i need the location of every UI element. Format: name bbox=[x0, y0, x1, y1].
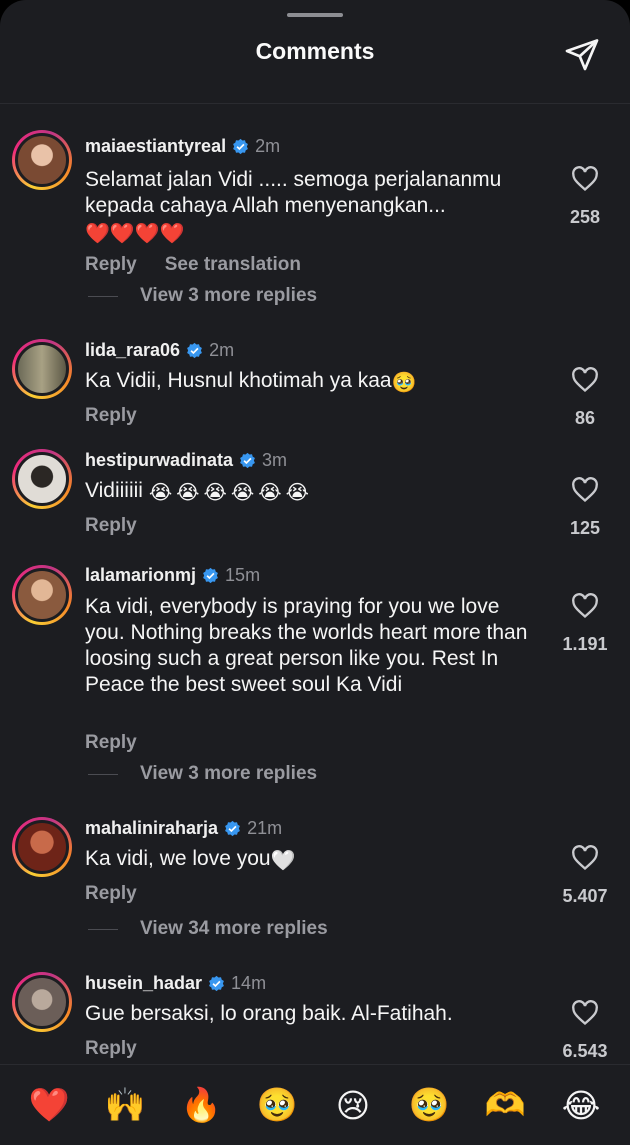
reply-button[interactable]: Reply bbox=[85, 515, 137, 537]
comment-username[interactable]: lida_rara06 bbox=[85, 340, 180, 361]
comment-time: 15m bbox=[225, 565, 261, 585]
comment-text: Ka Vidii, Husnul khotimah ya kaa bbox=[85, 369, 392, 392]
comment-item: husein_hadar 14m Gue bersaksi, lo orang … bbox=[0, 972, 630, 1064]
reply-button[interactable]: Reply bbox=[85, 732, 137, 754]
quick-reaction-bar: ❤️ 🙌 🔥 🥹 😢 🥹 🫶 😂 bbox=[0, 1064, 630, 1145]
view-replies-button[interactable]: View 34 more replies bbox=[88, 918, 328, 940]
crying-face-emoji: 😭😭😭😭😭😭 bbox=[148, 480, 314, 504]
replies-divider bbox=[88, 773, 118, 775]
comment-item: lalamarionmj 15m Ka vidi, everybody is p… bbox=[0, 565, 630, 785]
avatar[interactable] bbox=[12, 339, 72, 399]
comment-text-block: Ka vidi, we love you🤍 bbox=[85, 846, 535, 872]
view-replies-label: View 3 more replies bbox=[140, 285, 318, 306]
like-heart-icon[interactable] bbox=[571, 1000, 599, 1026]
comment-username[interactable]: husein_hadar bbox=[85, 973, 202, 994]
replies-divider bbox=[88, 295, 118, 297]
comment-username[interactable]: mahaliniraharja bbox=[85, 818, 218, 839]
comment-text-block: Ka Vidii, Husnul khotimah ya kaa🥹 bbox=[85, 368, 535, 394]
reaction-heart-hands-icon[interactable]: 🫶 bbox=[484, 1084, 526, 1126]
like-heart-icon[interactable] bbox=[571, 477, 599, 503]
verified-badge-icon bbox=[233, 138, 248, 155]
comment-item: mahaliniraharja 21m Ka vidi, we love you… bbox=[0, 817, 630, 947]
like-count: 258 bbox=[569, 207, 601, 227]
comment-text: Ka vidi, we love you bbox=[85, 847, 271, 870]
view-replies-label: View 3 more replies bbox=[140, 763, 318, 784]
comment-item: maiaestiantyreal 2m Selamat jalan Vidi .… bbox=[0, 130, 630, 310]
comment-time: 21m bbox=[247, 818, 283, 838]
see-translation-button[interactable]: See translation bbox=[165, 254, 301, 276]
reaction-fire-icon[interactable]: 🔥 bbox=[180, 1084, 222, 1126]
comment-time: 2m bbox=[255, 136, 281, 156]
comment-text: Ka vidi, everybody is praying for you we… bbox=[85, 595, 528, 696]
view-replies-button[interactable]: View 3 more replies bbox=[88, 763, 317, 785]
page-title: Comments bbox=[255, 38, 375, 64]
verified-badge-icon bbox=[187, 342, 202, 359]
drag-handle[interactable] bbox=[287, 13, 343, 17]
verified-badge-icon bbox=[225, 820, 240, 837]
avatar[interactable] bbox=[12, 817, 72, 877]
comments-header: Comments bbox=[0, 0, 630, 104]
comment-username[interactable]: hestipurwadinata bbox=[85, 450, 233, 471]
comment-time: 3m bbox=[262, 450, 288, 470]
white-heart-emoji: 🤍 bbox=[270, 848, 296, 872]
avatar[interactable] bbox=[12, 449, 72, 509]
like-count: 125 bbox=[569, 518, 601, 538]
comment-text: Gue bersaksi, lo orang baik. Al-Fatihah. bbox=[85, 1002, 453, 1025]
comment-text-block: Selamat jalan Vidi ..... semoga perjalan… bbox=[85, 167, 535, 245]
like-heart-icon[interactable] bbox=[571, 367, 599, 393]
comment-item: lida_rara06 2m Ka Vidii, Husnul khotimah… bbox=[0, 339, 630, 439]
like-count: 5.407 bbox=[562, 886, 608, 906]
like-count: 1.191 bbox=[562, 634, 608, 654]
reaction-laughing-face-icon[interactable]: 😂 bbox=[560, 1084, 602, 1126]
comment-item: hestipurwadinata 3m Vidiiiiii 😭😭😭😭😭😭 Rep… bbox=[0, 449, 630, 549]
like-count: 86 bbox=[574, 408, 596, 428]
like-heart-icon[interactable] bbox=[571, 593, 599, 619]
reaction-red-heart-icon[interactable]: ❤️ bbox=[28, 1084, 70, 1126]
comments-sheet: Comments maiaestiantyreal 2m Selamat jal… bbox=[0, 0, 630, 1145]
reaction-teary-face-icon[interactable]: 🥹 bbox=[408, 1084, 450, 1126]
reply-button[interactable]: Reply bbox=[85, 254, 137, 276]
comment-time: 2m bbox=[209, 340, 235, 360]
like-heart-icon[interactable] bbox=[571, 166, 599, 192]
view-replies-button[interactable]: View 3 more replies bbox=[88, 285, 317, 307]
comment-username[interactable]: maiaestiantyreal bbox=[85, 136, 226, 157]
verified-badge-icon bbox=[203, 567, 218, 584]
like-count: 6.543 bbox=[562, 1041, 608, 1061]
view-replies-label: View 34 more replies bbox=[140, 918, 328, 939]
heart-emoji: ❤️❤️❤️❤️ bbox=[85, 221, 185, 245]
reply-button[interactable]: Reply bbox=[85, 883, 137, 905]
share-button[interactable] bbox=[562, 34, 602, 74]
verified-badge-icon bbox=[209, 975, 224, 992]
comment-username[interactable]: lalamarionmj bbox=[85, 565, 196, 586]
avatar[interactable] bbox=[12, 972, 72, 1032]
reaction-pleading-face-icon[interactable]: 🥹 bbox=[256, 1084, 298, 1126]
pleading-face-emoji: 🥹 bbox=[391, 370, 417, 394]
replies-divider bbox=[88, 928, 118, 930]
like-heart-icon[interactable] bbox=[571, 845, 599, 871]
comment-text-block: Vidiiiiii 😭😭😭😭😭😭 bbox=[85, 478, 535, 504]
reply-button[interactable]: Reply bbox=[85, 1038, 137, 1060]
avatar[interactable] bbox=[12, 565, 72, 625]
comment-text: Selamat jalan Vidi ..... semoga perjalan… bbox=[85, 168, 502, 217]
comment-text: Vidiiiiii bbox=[85, 479, 143, 502]
paper-plane-icon bbox=[565, 39, 599, 71]
verified-badge-icon bbox=[240, 452, 255, 469]
avatar[interactable] bbox=[12, 130, 72, 190]
comment-time: 14m bbox=[231, 973, 267, 993]
reaction-crying-face-icon[interactable]: 😢 bbox=[332, 1084, 374, 1126]
reply-button[interactable]: Reply bbox=[85, 405, 137, 427]
reaction-raising-hands-icon[interactable]: 🙌 bbox=[104, 1084, 146, 1126]
